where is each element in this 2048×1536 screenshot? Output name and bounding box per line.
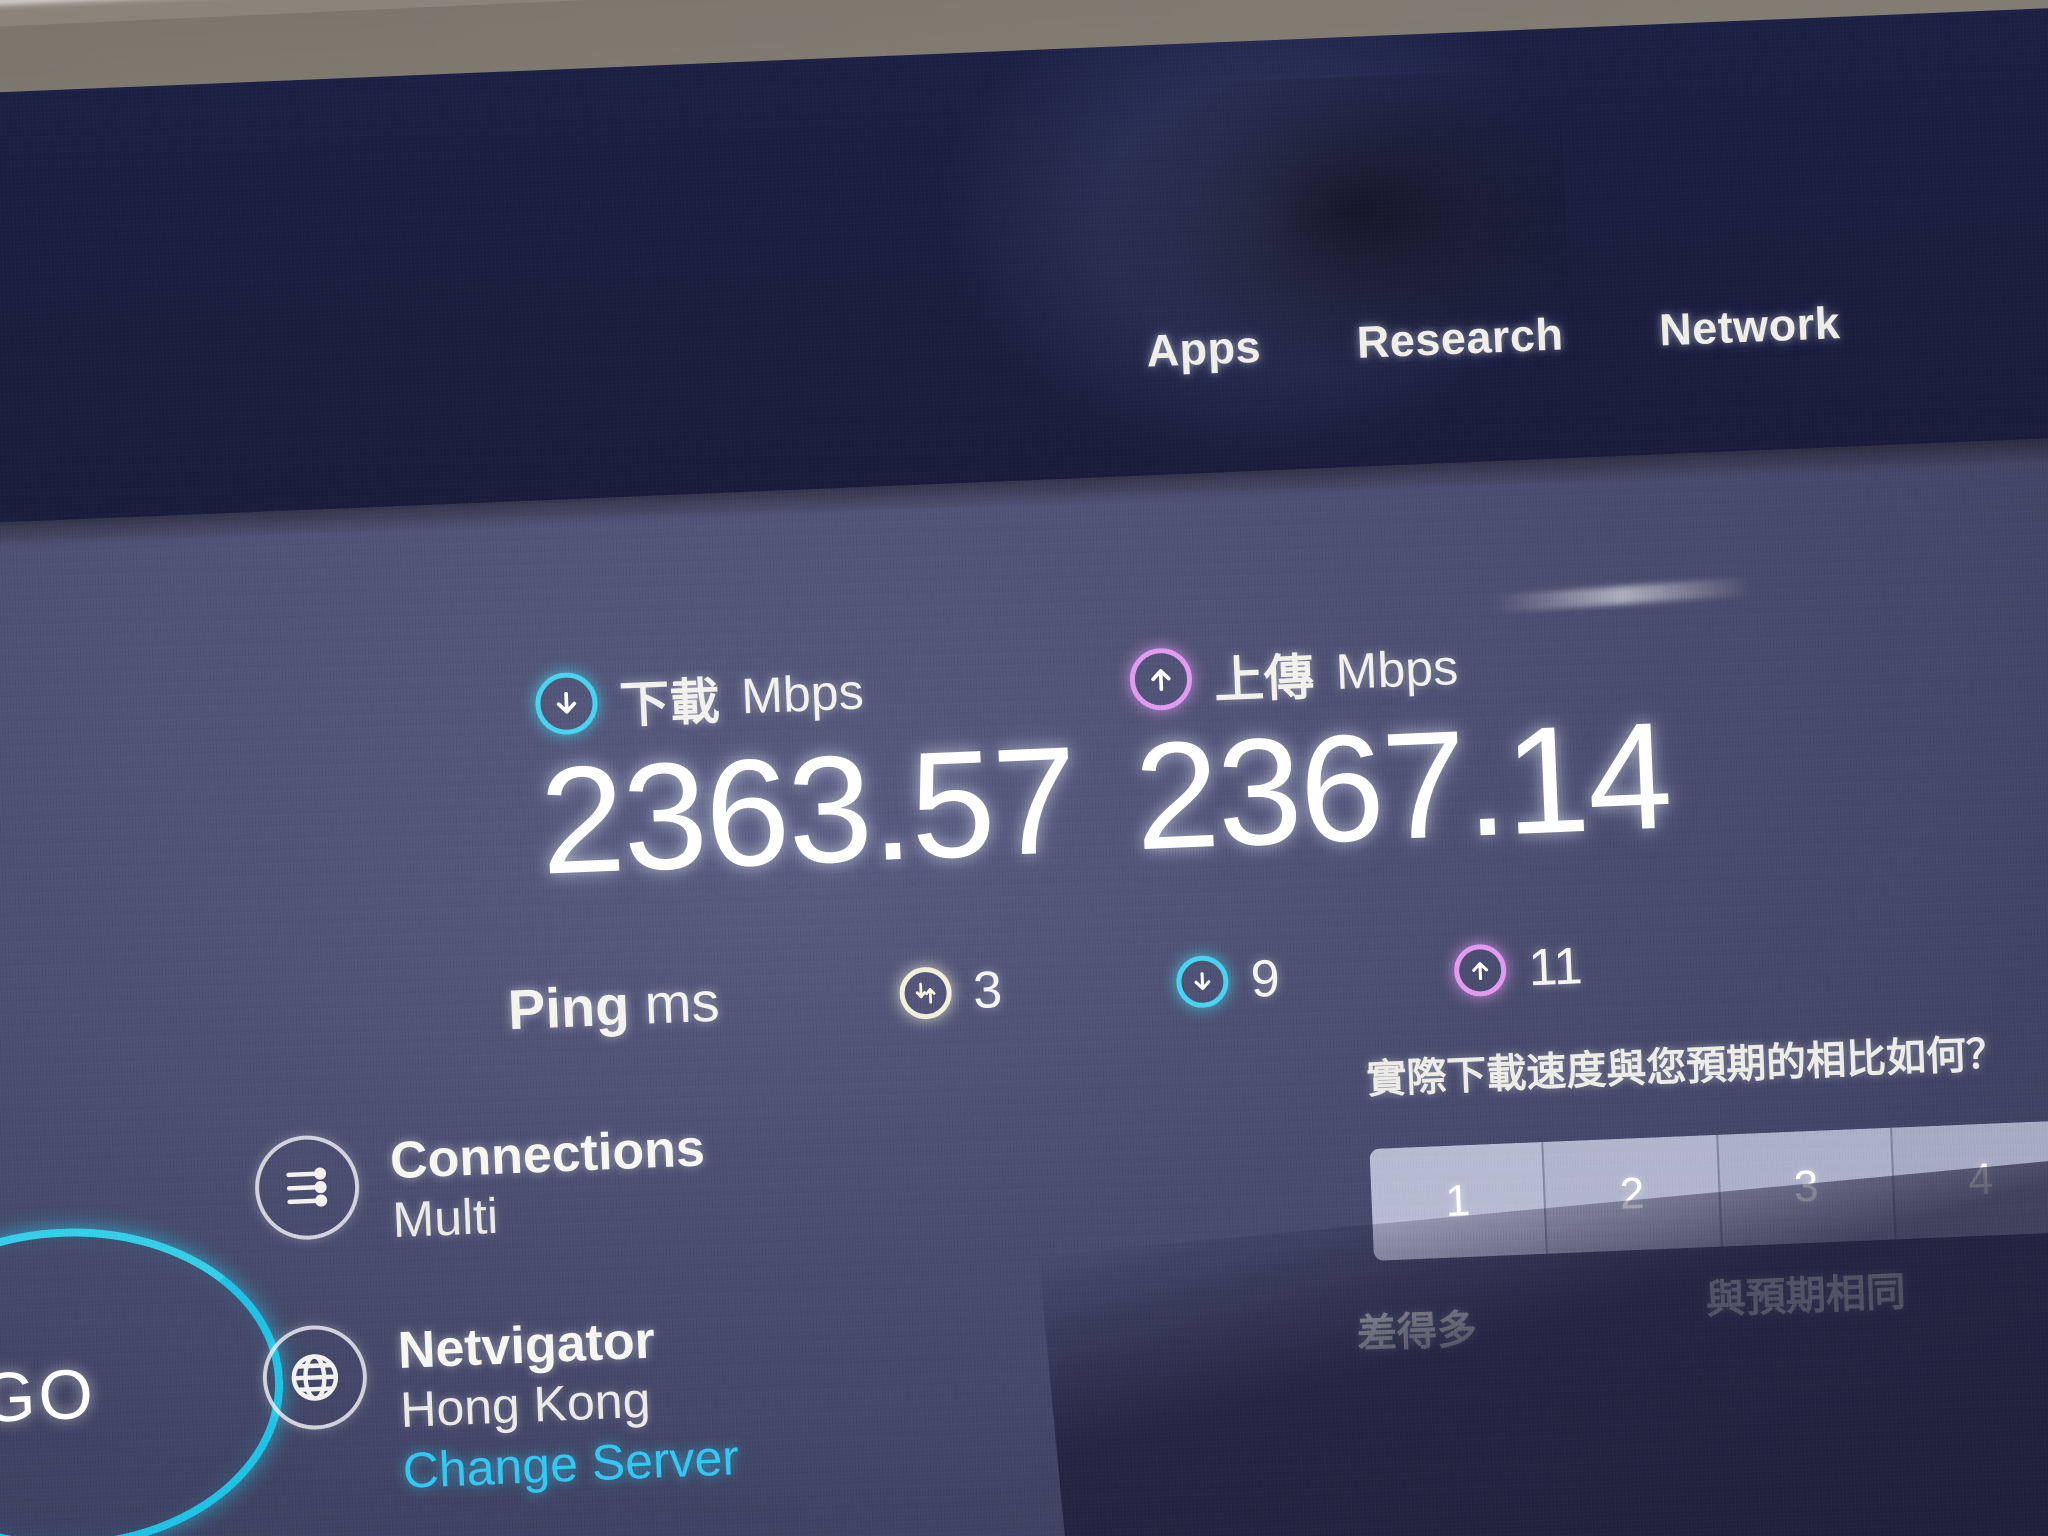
- upload-caption: 上傳: [1212, 648, 1316, 709]
- connections-value: Multi: [391, 1188, 500, 1249]
- download-arrow-icon: [534, 671, 599, 736]
- rating-option-1[interactable]: 1: [1369, 1141, 1549, 1261]
- nav-item-network[interactable]: Network: [1658, 297, 1841, 356]
- ping-unit: ms: [643, 969, 721, 1036]
- upload-metric: 上傳 Mbps 2367.14: [1128, 623, 1674, 883]
- go-button-label: GO: [0, 1354, 98, 1438]
- connections-row[interactable]: Connections Multi: [253, 1119, 708, 1257]
- ping-text: Ping: [506, 973, 631, 1042]
- ping-upload-value: 11: [1527, 936, 1584, 997]
- ping-idle: 3: [898, 959, 1003, 1023]
- nav-item-apps[interactable]: Apps: [1145, 321, 1262, 378]
- ping-idle-icon: [898, 965, 953, 1020]
- rating-option-2[interactable]: 2: [1543, 1134, 1723, 1254]
- survey-label-mid: 與預期相同: [1704, 1270, 1907, 1323]
- download-caption: 下載: [618, 673, 721, 734]
- ping-download-icon: [1175, 954, 1230, 1009]
- download-value: 2363.57: [536, 714, 1079, 907]
- upload-unit: Mbps: [1334, 639, 1460, 700]
- server-row[interactable]: Netvigator Hong Kong Change Server: [260, 1308, 740, 1507]
- connections-icon: [253, 1133, 362, 1242]
- ping-download: 9: [1175, 948, 1281, 1012]
- rating-option-3[interactable]: 3: [1717, 1127, 1897, 1247]
- upload-value: 2367.14: [1131, 690, 1674, 883]
- ping-upload-icon: [1453, 942, 1508, 997]
- ping-download-value: 9: [1249, 949, 1281, 1009]
- rating-option-4[interactable]: 4: [1892, 1120, 2048, 1240]
- ping-idle-value: 3: [971, 960, 1004, 1020]
- upload-arrow-icon: [1128, 646, 1194, 712]
- globe-icon: [260, 1323, 369, 1432]
- survey-label-low: 差得多: [1356, 1307, 1478, 1357]
- download-unit: Mbps: [740, 663, 865, 725]
- photographed-monitor: Apps Research Network RE: [0, 0, 2048, 1536]
- download-metric: 下載 Mbps 2363.57: [534, 647, 1079, 907]
- screen: Apps Research Network RE: [0, 3, 2048, 1536]
- ping-upload: 11: [1453, 936, 1584, 1001]
- survey: 實際下載速度與您預期的相比如何？ 1 2 3 4 5 差得多 與預期相同: [1356, 1013, 2048, 1357]
- site-header: [0, 3, 2048, 526]
- ping-label: Ping ms: [507, 969, 721, 1043]
- survey-rating-scale[interactable]: 1 2 3 4 5: [1369, 1113, 2048, 1261]
- nav-item-research[interactable]: Research: [1356, 308, 1565, 368]
